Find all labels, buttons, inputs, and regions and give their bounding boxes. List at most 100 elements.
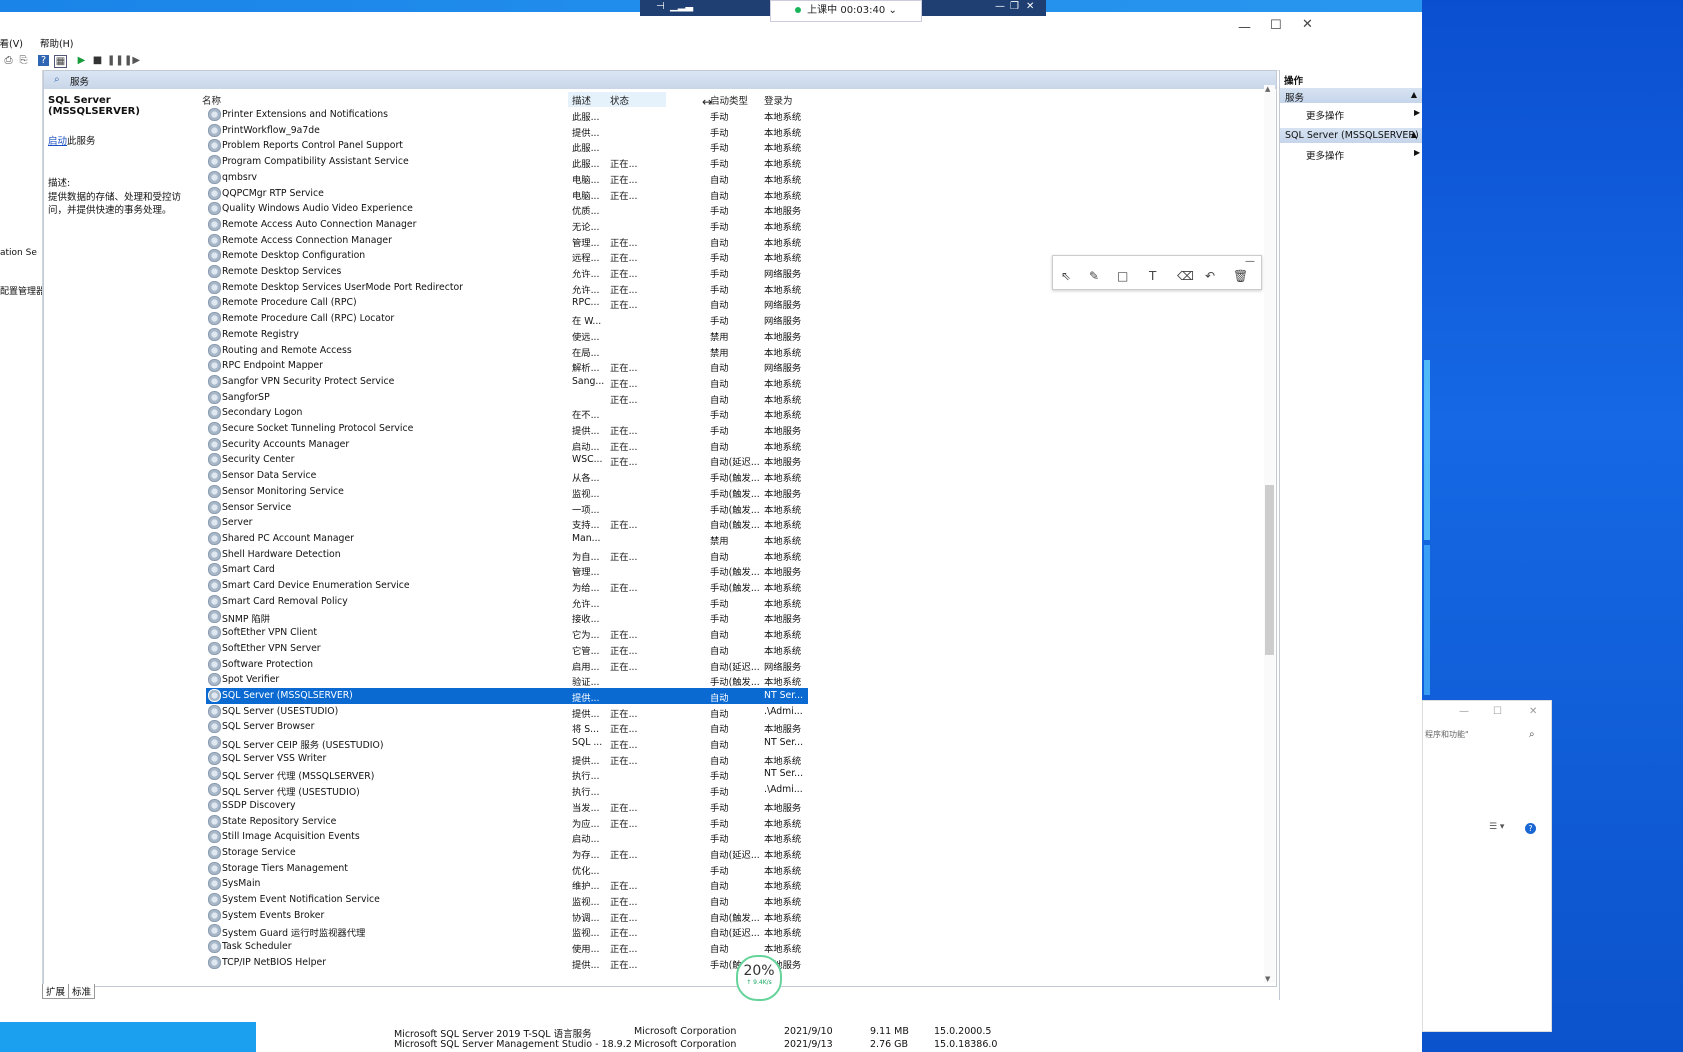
- help-icon[interactable]: ?: [1525, 823, 1536, 834]
- table-row[interactable]: Server 支持... 正在... 自动(触发... 本地系统: [206, 515, 808, 531]
- actions-section-sqlserver[interactable]: SQL Server (MSSQLSERVER) ▲: [1280, 128, 1422, 143]
- export-icon[interactable]: ⎙: [3, 55, 14, 66]
- table-row[interactable]: Remote Procedure Call (RPC) RPC... 正在... 自动…: [206, 295, 808, 311]
- pause-icon[interactable]: ❚❚: [107, 55, 124, 66]
- table-row[interactable]: Sensor Service 一项... 手动(触发... 本地系统: [206, 500, 808, 516]
- view-icon[interactable]: ▦: [54, 55, 67, 68]
- text-icon[interactable]: T: [1149, 269, 1156, 283]
- more-actions-2[interactable]: 更多操作 ▶: [1306, 148, 1420, 162]
- table-row[interactable]: Program Compatibility Assistant Service 此…: [206, 154, 808, 170]
- play-icon[interactable]: ▶: [76, 55, 87, 66]
- sub-maximize-icon[interactable]: ☐: [1493, 706, 1502, 717]
- table-row[interactable]: Routing and Remote Access 在局... 禁用 本地系统: [206, 343, 808, 359]
- table-row[interactable]: SQL Server (USESTUDIO) 提供... 正在... 自动 .\Admi…: [206, 704, 808, 720]
- table-row[interactable]: TCP/IP NetBIOS Helper 提供... 正在... 手动(触发... 本…: [206, 955, 808, 971]
- tab-standard[interactable]: 标准: [68, 984, 96, 999]
- program-row[interactable]: Microsoft SQL Server 2019 T-SQL 语言服务 Micr…: [256, 1026, 1422, 1040]
- col-name[interactable]: 名称: [202, 93, 221, 107]
- table-row[interactable]: State Repository Service 为应... 正在... 手动 本地系统: [206, 814, 808, 830]
- meeting-restore-icon[interactable]: ❐: [1010, 1, 1019, 12]
- table-row[interactable]: Printer Extensions and Notifications 此服..…: [206, 107, 808, 123]
- table-row[interactable]: Task Scheduler 使用... 正在... 自动 本地系统: [206, 939, 808, 955]
- table-row[interactable]: SysMain 维护... 正在... 自动 本地系统: [206, 876, 808, 892]
- tree-item[interactable]: ation Se: [0, 248, 37, 258]
- table-row[interactable]: Smart Card Removal Policy 允许... 手动 本地系统: [206, 594, 808, 610]
- table-row[interactable]: Remote Registry 使远... 禁用 本地服务: [206, 327, 808, 343]
- col-state[interactable]: 状态: [610, 93, 629, 107]
- menu-help[interactable]: 帮助(H): [40, 39, 74, 50]
- table-row[interactable]: Shared PC Account Manager Man... 禁用 本地系统: [206, 531, 808, 547]
- table-row[interactable]: SSDP Discovery 当发... 正在... 手动 本地服务: [206, 798, 808, 814]
- select-arrow-icon[interactable]: ⇖: [1061, 269, 1071, 283]
- table-row[interactable]: Smart Card Device Enumeration Service 为给.…: [206, 578, 808, 594]
- vertical-scrollbar[interactable]: ▲ ▼: [1264, 85, 1275, 983]
- undo-icon[interactable]: ↶: [1205, 269, 1215, 283]
- table-row[interactable]: Software Protection 启用... 正在... 自动(延迟... 网络服…: [206, 657, 808, 673]
- col-logon[interactable]: 登录为: [764, 93, 793, 107]
- collapse-icon[interactable]: ▲: [1411, 90, 1417, 99]
- table-row[interactable]: RPC Endpoint Mapper 解析... 正在... 自动 网络服务: [206, 358, 808, 374]
- meeting-status[interactable]: 上课中 00:03:40 ⌄: [770, 0, 922, 22]
- table-row[interactable]: SNMP 陷阱 接收... 手动 本地服务: [206, 609, 808, 625]
- restart-icon[interactable]: ❚▶: [124, 55, 140, 66]
- import-icon[interactable]: ⎘: [18, 55, 29, 66]
- tree-item[interactable]: 配置管理器: [0, 284, 42, 297]
- actions-section-services[interactable]: 服务 ▲: [1280, 88, 1422, 104]
- sub-minimize-icon[interactable]: —: [1459, 706, 1469, 717]
- table-row[interactable]: Smart Card 管理... 手动(触发... 本地服务: [206, 562, 808, 578]
- table-row[interactable]: Sensor Data Service 从各... 手动(触发... 本地系统: [206, 468, 808, 484]
- table-row[interactable]: Still Image Acquisition Events 启动... 手动 本地系…: [206, 829, 808, 845]
- collapse-icon[interactable]: ▲: [1411, 130, 1417, 139]
- scroll-thumb[interactable]: [1265, 485, 1274, 655]
- stop-icon[interactable]: ■: [92, 55, 103, 66]
- col-desc[interactable]: 描述: [572, 93, 591, 107]
- table-row[interactable]: Spot Verifier 验证... 手动(触发... 本地系统: [206, 672, 808, 688]
- table-row[interactable]: qmbsrv 电脑... 正在... 自动 本地系统: [206, 170, 808, 186]
- view-options-icon[interactable]: ☰ ▾: [1489, 822, 1504, 832]
- table-row[interactable]: SoftEther VPN Client 它为... 正在... 自动 本地系统: [206, 625, 808, 641]
- annot-minimize-icon[interactable]: —: [1245, 256, 1255, 267]
- table-row[interactable]: Remote Access Connection Manager 管理... 正在.…: [206, 233, 808, 249]
- table-row[interactable]: Shell Hardware Detection 为自... 正在... 自动 本地系统: [206, 547, 808, 563]
- trash-icon[interactable]: 🗑: [1233, 269, 1248, 283]
- table-row[interactable]: PrintWorkflow_9a7de 提供... 手动 本地系统: [206, 123, 808, 139]
- table-row[interactable]: Remote Access Auto Connection Manager 无论.…: [206, 217, 808, 233]
- meeting-close-icon[interactable]: ✕: [1026, 1, 1034, 12]
- maximize-icon[interactable]: ☐: [1270, 18, 1282, 33]
- search-icon[interactable]: ⌕: [1529, 729, 1535, 740]
- table-row[interactable]: Security Center WSC... 正在... 自动(延迟... 本地服务: [206, 452, 808, 468]
- table-row[interactable]: Remote Desktop Services 允许... 正在... 手动 网络服务: [206, 264, 808, 280]
- tab-extended[interactable]: 扩展: [42, 984, 70, 999]
- close-icon[interactable]: ✕: [1302, 17, 1313, 32]
- col-start[interactable]: 启动类型: [710, 93, 748, 107]
- table-row[interactable]: System Events Broker 协调... 正在... 自动(触发... 本地…: [206, 908, 808, 924]
- more-actions-1[interactable]: 更多操作 ▶: [1306, 108, 1420, 122]
- table-row[interactable]: Security Accounts Manager 启动... 正在... 自动 本地系…: [206, 437, 808, 453]
- table-row[interactable]: Secondary Logon 在不... 手动 本地系统: [206, 405, 808, 421]
- table-row[interactable]: SQL Server CEIP 服务 (USESTUDIO) SQL ... 正在.…: [206, 735, 808, 751]
- menu-view[interactable]: 查看(V): [0, 39, 23, 50]
- program-row[interactable]: Microsoft SQL Server Management Studio -…: [256, 1039, 1422, 1052]
- table-row[interactable]: SQL Server VSS Writer 提供... 正在... 自动 本地系统: [206, 751, 808, 767]
- table-row[interactable]: System Event Notification Service 监视... 正在…: [206, 892, 808, 908]
- table-row[interactable]: System Guard 运行时监视器代理 监视... 正在... 自动(延迟... 本…: [206, 923, 808, 939]
- table-row[interactable]: SQL Server 代理 (MSSQLSERVER) 执行... 手动 NT Ser…: [206, 766, 808, 782]
- pin-icon[interactable]: ⊣: [656, 1, 665, 12]
- chevron-down-icon[interactable]: ⌄: [888, 5, 896, 16]
- help-icon[interactable]: ?: [38, 55, 49, 66]
- sub-close-icon[interactable]: ✕: [1529, 706, 1537, 717]
- start-link[interactable]: 启动: [48, 136, 67, 147]
- table-row[interactable]: SoftEther VPN Server 它管... 正在... 自动 本地系统: [206, 641, 808, 657]
- table-row[interactable]: SQL Server 代理 (USESTUDIO) 执行... 手动 .\Admi..…: [206, 782, 808, 798]
- programs-search[interactable]: 程序和功能": [1425, 729, 1469, 740]
- table-row[interactable]: QQPCMgr RTP Service 电脑... 正在... 自动 本地系统: [206, 186, 808, 202]
- meeting-minimize-icon[interactable]: —: [995, 1, 1005, 12]
- table-row[interactable]: SQL Server Browser 将 S... 正在... 自动 本地服务: [206, 719, 808, 735]
- scroll-down-icon[interactable]: ▼: [1265, 975, 1270, 983]
- pen-icon[interactable]: ✎: [1089, 269, 1099, 283]
- network-speed-widget[interactable]: 20% ↑ 9.4K/s: [736, 955, 782, 1001]
- table-row[interactable]: Storage Tiers Management 优化... 手动 本地系统: [206, 861, 808, 877]
- table-row[interactable]: Remote Desktop Services UserMode Port Re…: [206, 280, 808, 296]
- table-row[interactable]: Problem Reports Control Panel Support 此服.…: [206, 138, 808, 154]
- rectangle-icon[interactable]: □: [1117, 269, 1128, 283]
